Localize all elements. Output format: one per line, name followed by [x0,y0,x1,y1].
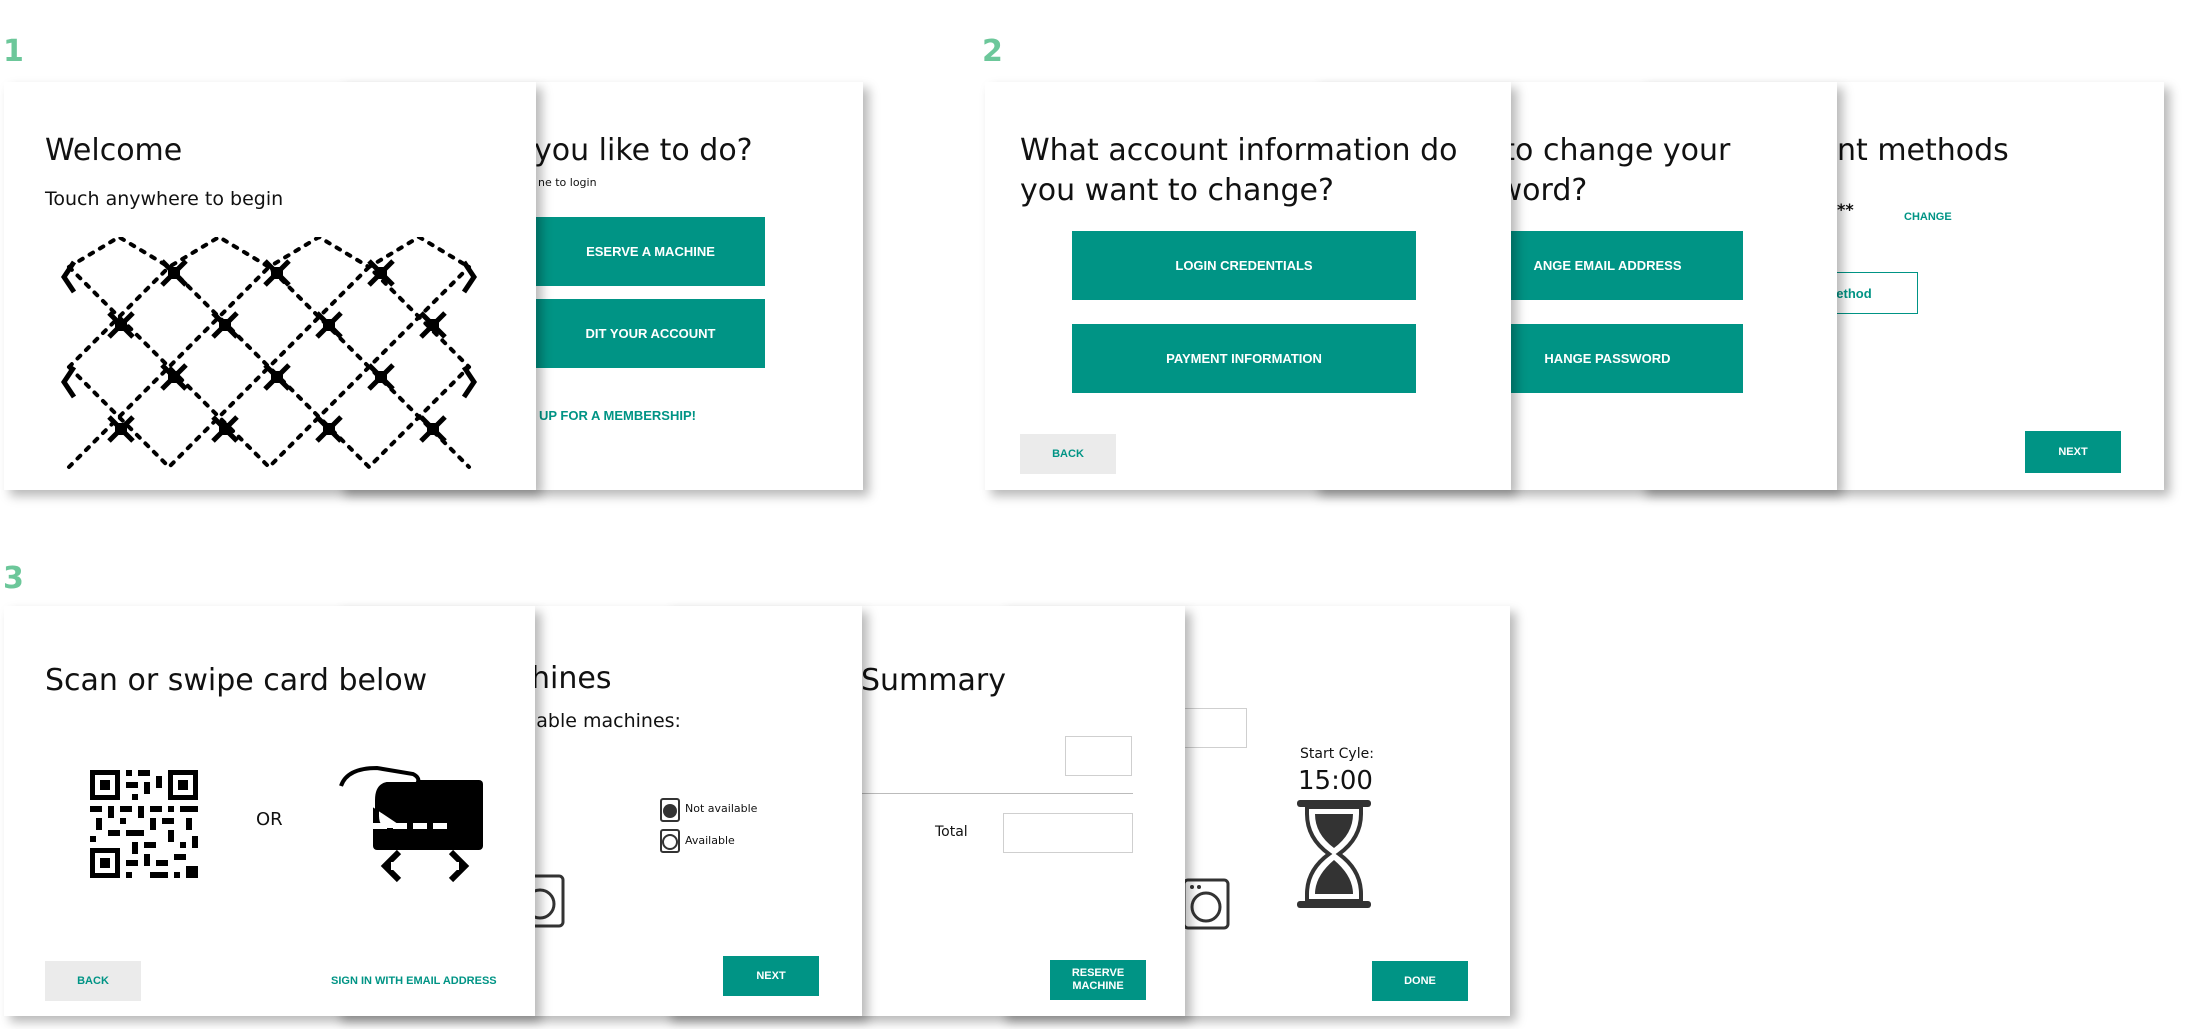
edit-account-button[interactable]: DIT YOUR ACCOUNT [536,299,765,368]
machine-unavailable-icon [660,798,680,822]
pattern-graphic [60,237,478,470]
payment-information-button[interactable]: PAYMENT INFORMATION [1072,324,1416,393]
screen-account-info: What account information do you want to … [985,82,1511,490]
scan-title: Scan or swipe card below [45,663,428,698]
machines-subtitle: lable machines: [531,710,681,732]
change-email-button[interactable]: ANGE EMAIL ADDRESS [1472,231,1743,300]
reserve-machine-button[interactable]: RESERVE MACHINE [1050,960,1146,1000]
total-label: Total [935,824,968,840]
card-swipe-icon [339,766,483,883]
masked-card-number: ** [1837,200,1854,219]
legend-not-available: Not available [685,802,758,815]
login-credentials-button[interactable]: LOGIN CREDENTIALS [1072,231,1416,300]
cycle-time: 15:00 [1298,766,1373,796]
credentials-title-line1: t to change your [1482,133,1731,168]
home-login-hint: ne to login [538,176,597,189]
hourglass-icon [1297,800,1371,908]
flow-number-2: 2 [982,34,1003,69]
welcome-title: Welcome [45,133,183,168]
screen-welcome[interactable]: Welcome Touch anywhere to begin [4,82,536,490]
back-button[interactable]: BACK [45,961,141,1001]
flow-number-1: 1 [3,34,24,69]
summary-title: Summary [861,663,1006,698]
qr-code-icon [90,770,198,878]
summary-divider [861,793,1133,794]
reserve-machine-button[interactable]: ESERVE A MACHINE [536,217,765,286]
machines-title: hines [531,661,612,696]
washer-icon [1182,878,1230,930]
machine-available-icon [660,829,680,853]
membership-link[interactable]: UP FOR A MEMBERSHIP! [539,408,696,423]
total-field [1003,813,1133,853]
account-title-line2: you want to change? [1020,173,1334,208]
payment-title: nt methods [1837,133,2009,168]
home-title: you like to do? [534,133,753,168]
back-button[interactable]: BACK [1020,434,1116,474]
summary-field [1065,736,1132,776]
flow-number-3: 3 [3,561,24,596]
done-button[interactable]: DONE [1372,961,1468,1001]
change-payment-link[interactable]: CHANGE [1904,211,1952,223]
welcome-subtitle: Touch anywhere to begin [45,188,284,210]
payment-next-button[interactable]: NEXT [2025,431,2121,473]
legend-available: Available [685,834,735,847]
screen-scan: Scan or swipe card below OR BACK SIGN IN… [4,606,535,1016]
machines-next-button[interactable]: NEXT [723,956,819,996]
sign-in-email-link[interactable]: SIGN IN WITH EMAIL ADDRESS [331,975,497,987]
account-title-line1: What account information do [1020,133,1458,168]
change-password-button[interactable]: HANGE PASSWORD [1472,324,1743,393]
or-label: OR [256,809,283,830]
start-cycle-label: Start Cyle: [1300,746,1374,762]
